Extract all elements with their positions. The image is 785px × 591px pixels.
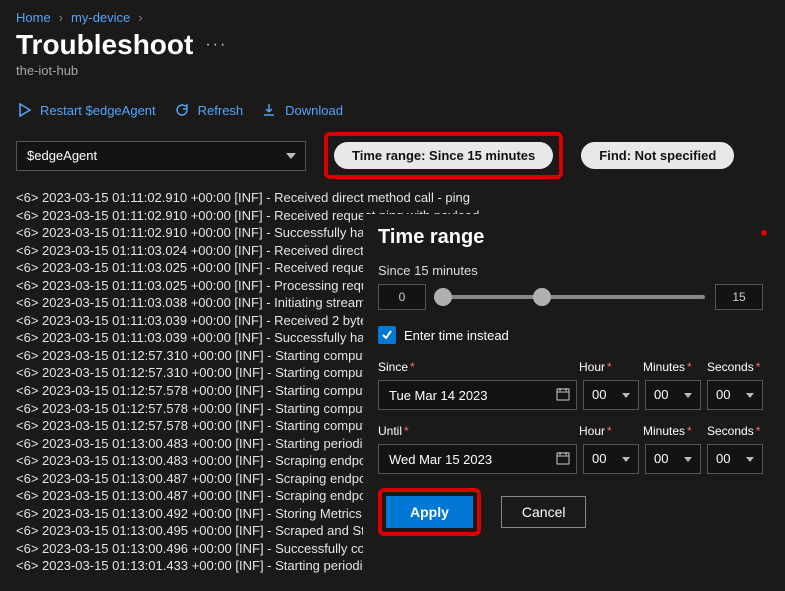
- since-label: Since*: [378, 360, 571, 374]
- since-slider[interactable]: 0 15: [378, 284, 763, 310]
- refresh-label: Refresh: [198, 103, 244, 118]
- since-seconds-select[interactable]: 00: [707, 380, 763, 410]
- restart-edge-agent-button[interactable]: Restart $edgeAgent: [16, 102, 156, 118]
- chevron-right-icon: ›: [59, 10, 63, 25]
- since-date-input[interactable]: [378, 380, 577, 410]
- find-pill[interactable]: Find: Not specified: [581, 142, 734, 169]
- enter-time-checkbox[interactable]: [378, 326, 396, 344]
- enter-time-label: Enter time instead: [404, 328, 509, 343]
- restart-label: Restart $edgeAgent: [40, 103, 156, 118]
- breadcrumb: Home › my-device ›: [0, 0, 785, 29]
- until-hour-select[interactable]: 00: [583, 444, 639, 474]
- refresh-button[interactable]: Refresh: [174, 102, 244, 118]
- calendar-icon[interactable]: [555, 450, 571, 466]
- hour-label: Hour*: [579, 360, 635, 374]
- apply-highlight: Apply: [378, 488, 481, 536]
- play-icon: [16, 102, 32, 118]
- apply-button[interactable]: Apply: [386, 496, 473, 528]
- chevron-right-icon: ›: [138, 10, 142, 25]
- toolbar: Restart $edgeAgent Refresh Download: [0, 90, 785, 132]
- time-range-highlight: Time range: Since 15 minutes: [324, 132, 563, 179]
- panel-title: Time range: [378, 226, 763, 249]
- until-minutes-select[interactable]: 00: [645, 444, 701, 474]
- slider-thumb[interactable]: [533, 288, 551, 306]
- slider-max: 15: [715, 284, 763, 310]
- calendar-icon[interactable]: [555, 386, 571, 402]
- cancel-button[interactable]: Cancel: [501, 496, 587, 528]
- since-hour-select[interactable]: 00: [583, 380, 639, 410]
- module-select[interactable]: $edgeAgent: [16, 141, 306, 171]
- slider-min: 0: [378, 284, 426, 310]
- until-seconds-select[interactable]: 00: [707, 444, 763, 474]
- page-subtitle: the-iot-hub: [0, 61, 785, 90]
- breadcrumb-home[interactable]: Home: [16, 10, 51, 25]
- seconds-label: Seconds*: [707, 360, 763, 374]
- minutes-label: Minutes*: [643, 360, 699, 374]
- since-minutes-label: Since 15 minutes: [378, 263, 763, 278]
- download-button[interactable]: Download: [261, 102, 343, 118]
- more-menu-icon[interactable]: ···: [205, 36, 227, 54]
- required-indicator-icon: [761, 230, 767, 236]
- breadcrumb-device[interactable]: my-device: [71, 10, 130, 25]
- log-line: <6> 2023-03-15 01:11:02.910 +00:00 [INF]…: [16, 189, 769, 207]
- time-range-pill[interactable]: Time range: Since 15 minutes: [334, 142, 553, 169]
- slider-track[interactable]: [436, 295, 705, 299]
- download-icon: [261, 102, 277, 118]
- time-range-panel: Time range Since 15 minutes 0 15 Enter t…: [363, 214, 785, 573]
- until-label: Until*: [378, 424, 571, 438]
- module-dropdown[interactable]: $edgeAgent: [16, 141, 306, 171]
- since-minutes-select[interactable]: 00: [645, 380, 701, 410]
- download-label: Download: [285, 103, 343, 118]
- page-title: Troubleshoot: [16, 29, 193, 61]
- seconds-label: Seconds*: [707, 424, 763, 438]
- until-date-input[interactable]: [378, 444, 577, 474]
- slider-thumb[interactable]: [434, 288, 452, 306]
- hour-label: Hour*: [579, 424, 635, 438]
- refresh-icon: [174, 102, 190, 118]
- minutes-label: Minutes*: [643, 424, 699, 438]
